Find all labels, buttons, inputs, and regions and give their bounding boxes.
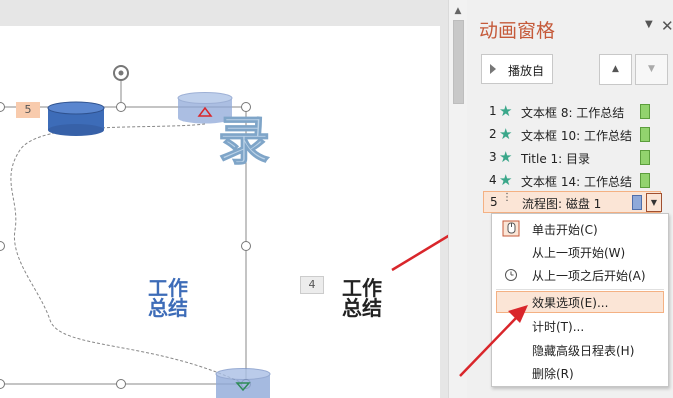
slide-graphics: [0, 65, 448, 398]
animation-item-selected[interactable]: 5 ⋮ 流程图: 磁盘 1 ▼: [483, 191, 662, 213]
menu-item-label: 从上一项之后开始(A): [532, 269, 646, 283]
animation-label: Title 1: 目录: [521, 152, 591, 166]
timing-bar: [640, 127, 650, 142]
star-icon: ★: [499, 102, 513, 120]
disk-shape-solid: [47, 101, 105, 136]
close-icon[interactable]: ✕: [661, 17, 673, 35]
menu-item-label: 删除(R): [532, 367, 574, 381]
timing-bar: [640, 173, 650, 188]
play-from-label: 播放自: [508, 64, 545, 78]
menu-item-label: 计时(T)...: [532, 320, 585, 334]
move-up-button[interactable]: ▲: [599, 54, 632, 85]
clock-icon: [502, 266, 520, 283]
animation-number: 3: [489, 150, 497, 164]
animation-label: 文本框 8: 工作总结: [521, 106, 625, 120]
pane-menu-icon[interactable]: ▼: [645, 19, 653, 30]
animation-number: 1: [489, 104, 497, 118]
star-icon: ★: [499, 171, 513, 189]
animation-item[interactable]: 1 ★ 文本框 8: 工作总结: [483, 101, 661, 123]
animation-number: 5: [490, 195, 498, 209]
menu-item-label: 单击开始(C): [532, 223, 598, 237]
play-from-button[interactable]: 播放自: [481, 54, 553, 84]
animation-tag-5: 5: [16, 102, 40, 118]
menu-item-remove[interactable]: 删除(R): [496, 362, 664, 384]
animation-item[interactable]: 4 ★ 文本框 14: 工作总结: [483, 170, 661, 192]
menu-item-hide-timeline[interactable]: 隐藏高级日程表(H): [496, 339, 664, 361]
animation-number: 4: [489, 173, 497, 187]
menu-item-after-previous[interactable]: 从上一项之后开始(A): [496, 264, 664, 286]
menu-item-timing[interactable]: 计时(T)...: [496, 315, 664, 337]
scroll-thumb[interactable]: [453, 20, 464, 104]
star-icon: ★: [499, 125, 513, 143]
annotation-arrow-1: [391, 234, 448, 272]
timing-bar: [632, 195, 642, 210]
pane-title: 动画窗格: [479, 20, 556, 42]
menu-item-label: 效果选项(E)...: [532, 296, 609, 310]
animation-item[interactable]: 2 ★ 文本框 10: 工作总结: [483, 124, 661, 146]
timing-bar: [640, 104, 650, 119]
animation-label: 流程图: 磁盘 1: [522, 197, 602, 211]
rotate-handle-icon: [113, 65, 129, 81]
chevron-down-icon[interactable]: ▼: [646, 193, 662, 212]
menu-divider: [496, 289, 664, 290]
move-down-button[interactable]: ▼: [635, 54, 668, 85]
menu-item-effect-options[interactable]: 效果选项(E)...: [496, 291, 664, 313]
menu-item-label: 从上一项开始(W): [532, 246, 626, 260]
animation-label: 文本框 14: 工作总结: [521, 175, 632, 189]
menu-item-with-previous[interactable]: 从上一项开始(W): [496, 241, 664, 263]
animation-tag-4: 4: [300, 276, 324, 294]
slide-text-right: 工作 总结: [342, 276, 382, 320]
animation-item[interactable]: 3 ★ Title 1: 目录: [483, 147, 661, 169]
animation-number: 2: [489, 127, 497, 141]
timing-bar: [640, 150, 650, 165]
slide-text-left: 工作 总结: [148, 276, 188, 320]
slide-canvas: 5 4 录 工作 总结 工作 总结: [0, 0, 448, 398]
animation-label: 文本框 10: 工作总结: [521, 129, 632, 143]
menu-item-label: 隐藏高级日程表(H): [532, 344, 635, 358]
menu-item-start-on-click[interactable]: 单击开始(C): [496, 218, 664, 240]
star-icon: ★: [499, 148, 513, 166]
slide-title-glyph: 录: [217, 112, 271, 173]
play-icon: [490, 64, 496, 74]
motion-path-icon: ⋮: [502, 192, 512, 203]
vertical-scrollbar[interactable]: ▲: [448, 0, 467, 398]
mouse-click-icon: [502, 220, 520, 237]
context-menu: 单击开始(C) 从上一项开始(W) 从上一项之后开始(A) 效果选项(E)...…: [491, 213, 669, 387]
scroll-up-icon[interactable]: ▲: [449, 2, 467, 20]
